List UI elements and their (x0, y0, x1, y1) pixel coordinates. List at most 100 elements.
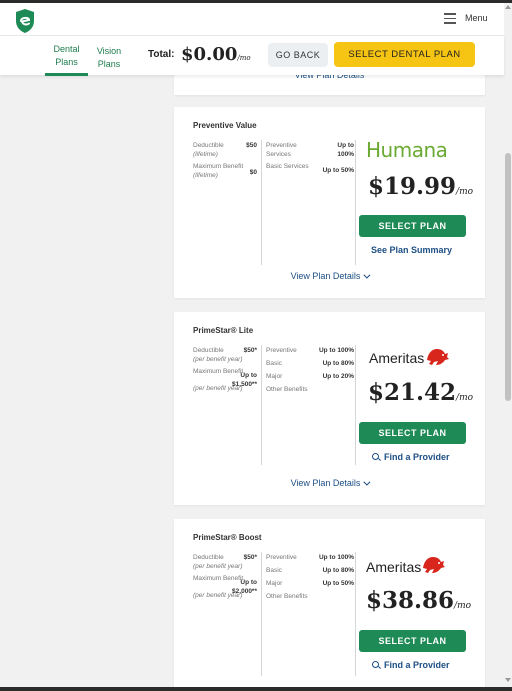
deductible-value: $50* (243, 554, 257, 561)
ameritas-logo: Ameritas (369, 350, 425, 366)
menu-label[interactable]: Menu (465, 13, 488, 23)
deductible-sub: (lifetime) (193, 150, 218, 158)
total-suffix: /mo (237, 54, 251, 62)
vertical-scrollbar[interactable] (504, 3, 512, 687)
tab-vision-plans[interactable]: Vision Plans (92, 45, 126, 71)
column-divider (261, 345, 262, 465)
chevron-down-icon (363, 271, 371, 279)
max-benefit-prefix: Up to (240, 579, 257, 586)
plan-selection-bar: Dental Plans Vision Plans Total: $0.00/m… (0, 35, 504, 76)
plan-details-column: Deductible (per benefit year) $50* Maxim… (193, 554, 257, 600)
coverage-row: Preventive Services (266, 142, 316, 159)
max-benefit-row: Maximum Benefit (lifetime) (193, 163, 245, 180)
view-plan-details-link[interactable]: View Plan Details (174, 478, 485, 488)
ameritas-logo: Ameritas (366, 559, 422, 575)
coverage-value: Up to 80% (322, 567, 354, 574)
go-back-button[interactable]: GO BACK (268, 43, 328, 67)
coverage-value: Up to 80% (322, 360, 354, 367)
total-amount: $0.00/mo (181, 44, 251, 65)
column-divider (261, 552, 262, 676)
ameritas-lion-icon (423, 557, 445, 573)
tab-dental-plans[interactable]: Dental Plans (45, 43, 88, 69)
max-benefit-value: $1,500** (232, 381, 257, 388)
scrollbar-thumb[interactable] (505, 153, 511, 401)
total-value: $0.00 (181, 44, 238, 65)
coverage-label: Other Benefits (266, 386, 308, 393)
ameritas-lion-icon (427, 349, 449, 365)
coverage-column: Preventive Basic Major Other Benefits Up… (266, 347, 354, 395)
tab-dental-label-line2: Plans (55, 57, 78, 67)
search-icon (372, 453, 379, 460)
coverage-label: Basic Services (266, 163, 309, 170)
deductible-value: $50* (243, 347, 257, 354)
search-icon (372, 661, 379, 668)
column-divider (355, 345, 356, 465)
coverage-value: Up to 100% (337, 142, 354, 158)
price-amount: $21.42 (368, 379, 457, 406)
max-benefit-prefix: Up to (240, 372, 257, 379)
active-tab-indicator (45, 73, 88, 76)
select-plan-button[interactable]: SELECT PLAN (359, 215, 466, 237)
find-a-provider-link[interactable]: Find a Provider (372, 452, 450, 462)
plan-price: $19.99/mo (368, 173, 473, 200)
coverage-label: Other Benefits (266, 593, 308, 600)
chevron-down-icon (363, 478, 371, 486)
find-a-provider-label: Find a Provider (384, 660, 450, 670)
column-divider (261, 140, 262, 265)
coverage-value: Up to 50% (322, 167, 354, 174)
plan-name: PrimeStar® Boost (193, 533, 262, 542)
column-divider (355, 552, 356, 676)
plan-price: $38.86/mo (366, 587, 471, 614)
price-suffix: /mo (454, 601, 472, 611)
select-plan-button[interactable]: SELECT PLAN (359, 630, 466, 652)
coverage-row: Basic Services (266, 163, 316, 172)
find-a-provider-label: Find a Provider (384, 452, 450, 462)
plan-price: $21.42/mo (368, 379, 473, 406)
scroll-down-arrow-icon[interactable] (505, 678, 511, 682)
price-suffix: /mo (456, 393, 474, 403)
coverage-value: Up to 20% (322, 373, 354, 380)
coverage-label: Preventive Services (266, 142, 297, 158)
max-benefit-value: $2,000** (232, 588, 257, 595)
total-label: Total: (148, 49, 175, 60)
select-plan-button[interactable]: SELECT PLAN (359, 422, 466, 444)
deductible-sub: (per benefit year) (193, 562, 243, 570)
price-amount: $38.86 (366, 587, 455, 614)
humana-logo: Humana (366, 138, 448, 162)
view-plan-details-label: View Plan Details (290, 478, 361, 488)
column-divider (355, 140, 356, 265)
hamburger-menu-icon[interactable] (444, 13, 456, 24)
window-bottom-edge (0, 687, 512, 691)
coverage-column: Preventive Basic Major Other Benefits Up… (266, 554, 354, 602)
plan-card: PrimeStar® Lite Deductible (per benefit … (174, 312, 485, 505)
deductible-value: $50 (246, 142, 257, 149)
plan-details-column: Deductible (lifetime) $50 Maximum Benefi… (193, 142, 257, 184)
deductible-row: Deductible (lifetime) $50 (193, 142, 257, 159)
max-benefit-sub: (lifetime) (193, 171, 218, 179)
max-benefit-label: Maximum Benefit (193, 163, 244, 170)
plan-card: PrimeStar® Boost Deductible (per benefit… (174, 519, 485, 687)
price-suffix: /mo (456, 187, 474, 197)
view-plan-details-link[interactable]: View Plan Details (174, 271, 485, 281)
scroll-up-arrow-icon[interactable] (505, 5, 511, 9)
deductible-sub: (per benefit year) (193, 355, 243, 363)
coverage-value: Up to 50% (322, 580, 354, 587)
max-benefit-value: $0 (249, 169, 257, 176)
brand-logo-icon[interactable] (14, 8, 36, 34)
tab-vision-label-line1: Vision (96, 46, 122, 56)
view-plan-details-label: View Plan Details (290, 271, 361, 281)
price-amount: $19.99 (368, 173, 457, 200)
plan-card: Preventive Value Deductible (lifetime) $… (174, 107, 485, 298)
plan-name: PrimeStar® Lite (193, 326, 254, 335)
tab-vision-label-line2: Plans (97, 59, 121, 69)
site-header: Menu (0, 3, 504, 35)
find-a-provider-link[interactable]: Find a Provider (372, 660, 450, 670)
see-plan-summary-link[interactable]: See Plan Summary (371, 245, 452, 255)
coverage-value: Up to 100% (318, 554, 354, 561)
coverage-value: Up to 100% (318, 347, 354, 354)
tab-dental-label-line1: Dental (53, 44, 80, 54)
plan-details-column: Deductible (per benefit year) $50* Maxim… (193, 347, 257, 393)
coverage-column: Preventive Services Up to 100% Basic Ser… (266, 142, 354, 176)
select-dental-plan-button[interactable]: SELECT DENTAL PLAN (334, 42, 475, 67)
plan-name: Preventive Value (193, 121, 257, 130)
